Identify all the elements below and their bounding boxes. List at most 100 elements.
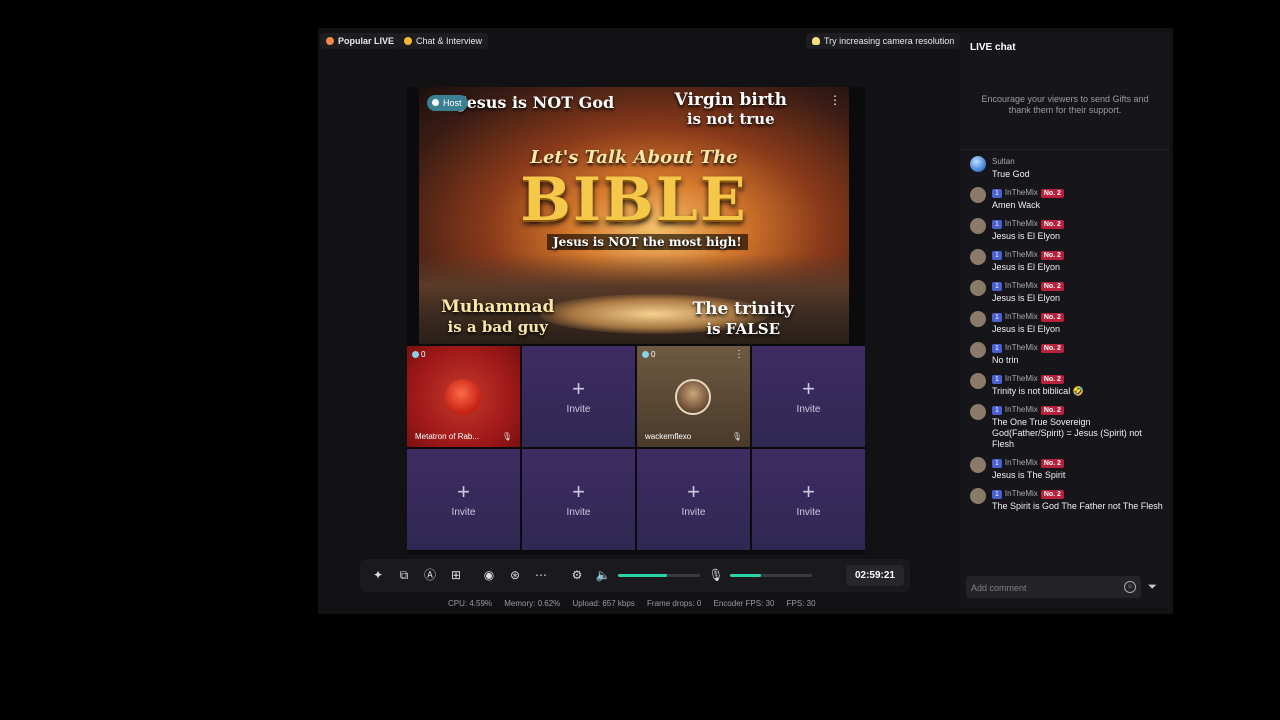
avatar[interactable] [970,187,986,203]
invite-slot[interactable]: + Invite [522,449,635,550]
plus-icon: + [687,479,700,504]
level-badge: 1 [992,344,1002,353]
username[interactable]: InTheMix [1005,250,1038,259]
guest-slot-2[interactable]: 0 ⋮ wackemflexo 🎙 [637,346,750,447]
fps-stat: FPS: 30 [786,599,816,608]
invite-slot[interactable]: + Invite [407,449,520,550]
comment-input[interactable] [966,576,1123,600]
avatar[interactable] [970,373,986,389]
stage: Jesus is NOT God Virgin birth is not tru… [407,87,865,554]
comment-box[interactable]: ☺ [966,576,1141,600]
avatar[interactable] [970,249,986,265]
username[interactable]: InTheMix [1005,458,1038,467]
add-source-icon[interactable]: ⊞ [448,567,464,583]
invite-slot[interactable]: + Invite [752,449,865,550]
banner-text-right: Virgin birth is not true [675,91,787,129]
chat-message[interactable]: 1 InTheMix No. 2 No trin [970,342,1165,366]
more-icon[interactable]: ⋯ [533,567,549,583]
popular-live-button[interactable]: Popular LIVE [320,33,401,49]
chat-message[interactable]: 1 InTheMix No. 2 Jesus is El Elyon [970,249,1165,273]
rank-badge: No. 2 [1040,282,1064,291]
more-options-icon[interactable]: ⋮ [734,349,744,360]
host-label: Host [443,98,462,108]
chat-message[interactable]: 1 InTheMix No. 2 Amen Wack [970,187,1165,211]
avatar[interactable] [970,311,986,327]
invite-label: Invite [451,507,476,518]
control-bar: ✦ ⧉ Ⓐ ⊞ ◉ ⊛ ⋯ ⚙ 🔈 🎙 02:59:21 [360,559,910,592]
capture-icon[interactable]: ⊛ [507,567,523,583]
chat-message[interactable]: 1 InTheMix No. 2 Jesus is El Elyon [970,311,1165,335]
emoji-icon[interactable]: ☺ [1124,581,1136,593]
username[interactable]: InTheMix [1005,489,1038,498]
avatar[interactable] [970,156,986,172]
layout-icon[interactable]: ⧉ [396,567,412,583]
chat-message[interactable]: 1 InTheMix No. 2 The One True Sovereign God… [970,404,1165,450]
username[interactable]: InTheMix [1005,188,1038,197]
mic-icon[interactable]: 🎙 [732,432,742,441]
banner-bottom-left: Muhammad is a bad guy [441,297,554,337]
host-video[interactable]: Jesus is NOT God Virgin birth is not tru… [419,87,849,344]
username[interactable]: InTheMix [1005,405,1038,414]
invite-slot[interactable]: + Invite [752,346,865,447]
mic-slider[interactable] [730,574,812,577]
avatar[interactable] [970,218,986,234]
mic-icon[interactable]: 🎙 [708,567,724,583]
message-header: 1 InTheMix No. 2 [992,342,1165,353]
message-header: 1 InTheMix No. 2 [992,311,1165,322]
banner-bottom-right-1: The trinity [692,299,794,319]
camera-tip[interactable]: Try increasing camera resolution [806,33,961,49]
username[interactable]: InTheMix [1005,219,1038,228]
chat-message[interactable]: 1 InTheMix No. 2 Jesus is The Spirit [970,457,1165,481]
chat-message[interactable]: 1 InTheMix No. 2 Jesus is El Elyon [970,218,1165,242]
message-text: Jesus is The Spirit [992,470,1066,480]
avatar[interactable] [970,404,986,420]
username[interactable]: InTheMix [1005,281,1038,290]
username[interactable]: Sultan [992,157,1015,166]
banner-bottom-right: The trinity is FALSE [692,299,794,339]
guest-slot-1[interactable]: 0 Metatron of Rab... 🎙 [407,346,520,447]
username[interactable]: InTheMix [1005,343,1038,352]
message-header: 1 InTheMix No. 2 [992,249,1165,260]
level-badge: 1 [992,490,1002,499]
live-chat-panel: LIVE chat Encourage your viewers to send… [960,32,1170,608]
level-badge: 1 [992,459,1002,468]
avatar [445,379,481,415]
invite-slot[interactable]: + Invite [522,346,635,447]
chat-interview-button[interactable]: Chat & Interview [398,33,489,49]
invite-slot[interactable]: + Invite [637,449,750,550]
magic-wand-icon[interactable]: ✦ [370,567,386,583]
settings-sliders-icon[interactable]: ⚙ [569,567,585,583]
avatar[interactable] [970,342,986,358]
mic-icon[interactable]: 🎙 [502,432,512,441]
invite-label: Invite [796,404,821,415]
avatar[interactable] [970,488,986,504]
chat-message[interactable]: 1 InTheMix No. 2 The Spirit is God The Fath… [970,488,1165,512]
volume-level [618,574,668,577]
chat-messages[interactable]: Sultan True God 1 InTheMix No. 2 Amen Wack 1 In… [970,156,1165,519]
chat-message[interactable]: 1 InTheMix No. 2 Trinity is not biblical 🤣 [970,373,1165,397]
rank-badge: No. 2 [1040,220,1064,229]
chat-message[interactable]: Sultan True God [970,156,1165,180]
username[interactable]: InTheMix [1005,312,1038,321]
username[interactable]: InTheMix [1005,374,1038,383]
invite-label: Invite [566,507,591,518]
record-icon[interactable]: ◉ [481,567,497,583]
avatar[interactable] [970,457,986,473]
avatar[interactable] [970,280,986,296]
message-header: Sultan [992,156,1165,167]
level-badge: 1 [992,251,1002,260]
speaker-icon[interactable]: 🔈 [595,567,611,583]
guest-name: Metatron of Rab... [415,432,480,441]
volume-slider[interactable] [618,574,700,577]
message-header: 1 InTheMix No. 2 [992,280,1165,291]
more-options-icon[interactable]: ⋮ [829,93,841,107]
message-text: No trin [992,355,1019,365]
chat-message[interactable]: 1 InTheMix No. 2 Jesus is El Elyon [970,280,1165,304]
banner-bottom-left-2: is a bad guy [447,318,548,336]
plus-icon: + [572,376,585,401]
filter-icon[interactable]: ⏷ [1148,581,1157,594]
divider [960,149,1170,150]
ai-icon[interactable]: Ⓐ [422,567,438,583]
top-bar: Popular LIVE Chat & Interview Try increa… [318,28,961,54]
camera-tip-label: Try increasing camera resolution [824,36,955,46]
